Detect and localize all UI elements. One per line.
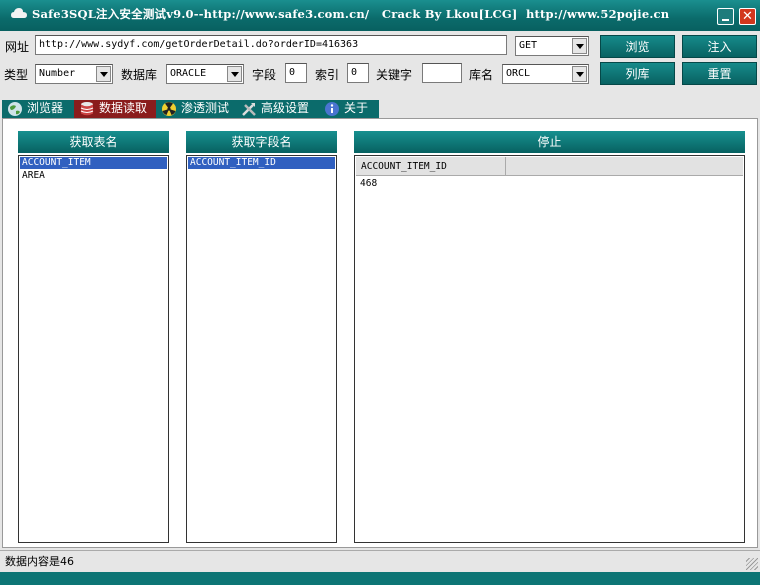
list-item[interactable]: ACCOUNT_ITEM_ID xyxy=(188,157,335,169)
reset-button[interactable]: 重置 xyxy=(682,62,757,85)
radiation-icon xyxy=(162,102,176,116)
db-label: 数据库 xyxy=(121,68,158,82)
tab-advanced[interactable]: 高级设置 xyxy=(236,100,319,118)
grid-column-header[interactable]: ACCOUNT_ITEM_ID xyxy=(356,157,506,176)
grid-header-filler xyxy=(506,157,743,176)
chevron-down-icon[interactable] xyxy=(227,66,242,82)
type-value: Number xyxy=(39,68,76,79)
dbname-select[interactable]: ORCL xyxy=(502,64,589,84)
inject-button[interactable]: 注入 xyxy=(682,35,757,58)
window-title: Safe3SQL注入安全测试v9.0--http://www.safe3.com… xyxy=(32,7,670,21)
dbname-label: 库名 xyxy=(469,68,494,82)
tab-about[interactable]: 关于 xyxy=(319,100,379,118)
method-select[interactable]: GET xyxy=(515,36,589,56)
status-text: 数据内容是46 xyxy=(5,555,74,568)
data-grid[interactable]: ACCOUNT_ITEM_ID 468 xyxy=(354,155,745,543)
index-input[interactable]: 0 xyxy=(347,63,369,83)
chevron-down-icon[interactable] xyxy=(96,66,111,82)
resize-grip-icon[interactable] xyxy=(746,558,758,570)
keyword-label: 关键字 xyxy=(376,68,413,82)
close-button[interactable]: ✕ xyxy=(739,8,756,25)
db-value: ORACLE xyxy=(170,68,207,79)
tables-list[interactable]: ACCOUNT_ITEM AREA xyxy=(18,155,169,543)
chevron-down-icon[interactable] xyxy=(572,66,587,82)
get-fields-button[interactable]: 获取字段名 xyxy=(186,131,337,153)
db-select[interactable]: ORACLE xyxy=(166,64,244,84)
tab-data-read[interactable]: 数据读取 xyxy=(74,100,156,118)
globe-icon xyxy=(8,102,22,116)
dbname-value: ORCL xyxy=(506,68,531,79)
info-icon xyxy=(325,102,339,116)
cloud-icon xyxy=(11,8,27,18)
grid-cell[interactable]: 468 xyxy=(360,178,377,189)
tab-browser-label: 浏览器 xyxy=(27,101,64,115)
browse-button[interactable]: 浏览 xyxy=(600,35,675,58)
tools-icon xyxy=(242,103,256,116)
title-bar: Safe3SQL注入安全测试v9.0--http://www.safe3.com… xyxy=(0,0,760,31)
database-icon xyxy=(80,102,94,116)
tab-strip: 浏览器 数据读取 渗透测试 高级设置 关于 xyxy=(0,100,760,118)
method-value: GET xyxy=(519,40,538,51)
list-item[interactable]: AREA xyxy=(20,170,167,182)
stop-button[interactable]: 停止 xyxy=(354,131,745,153)
tab-about-label: 关于 xyxy=(344,101,369,115)
minimize-button[interactable] xyxy=(717,8,734,25)
type-select[interactable]: Number xyxy=(35,64,113,84)
list-item[interactable]: ACCOUNT_ITEM xyxy=(20,157,167,169)
index-label: 索引 xyxy=(315,68,340,82)
list-db-button[interactable]: 列库 xyxy=(600,62,675,85)
url-input[interactable]: http://www.sydyf.com/getOrderDetail.do?o… xyxy=(35,35,507,55)
tab-data-read-label: 数据读取 xyxy=(99,101,148,115)
keyword-input[interactable] xyxy=(422,63,462,83)
fields-list[interactable]: ACCOUNT_ITEM_ID xyxy=(186,155,337,543)
chevron-down-icon[interactable] xyxy=(572,38,587,54)
tab-pentest[interactable]: 渗透测试 xyxy=(156,100,236,118)
tab-advanced-label: 高级设置 xyxy=(261,101,310,115)
get-tables-button[interactable]: 获取表名 xyxy=(18,131,169,153)
tab-browser[interactable]: 浏览器 xyxy=(2,100,74,118)
tab-pentest-label: 渗透测试 xyxy=(181,101,230,115)
field-input[interactable]: 0 xyxy=(285,63,307,83)
client-area: 网址 http://www.sydyf.com/getOrderDetail.d… xyxy=(0,31,760,572)
field-label: 字段 xyxy=(252,68,277,82)
status-bar: 数据内容是46 xyxy=(0,550,760,572)
type-label: 类型 xyxy=(4,68,29,82)
url-label: 网址 xyxy=(5,40,30,54)
